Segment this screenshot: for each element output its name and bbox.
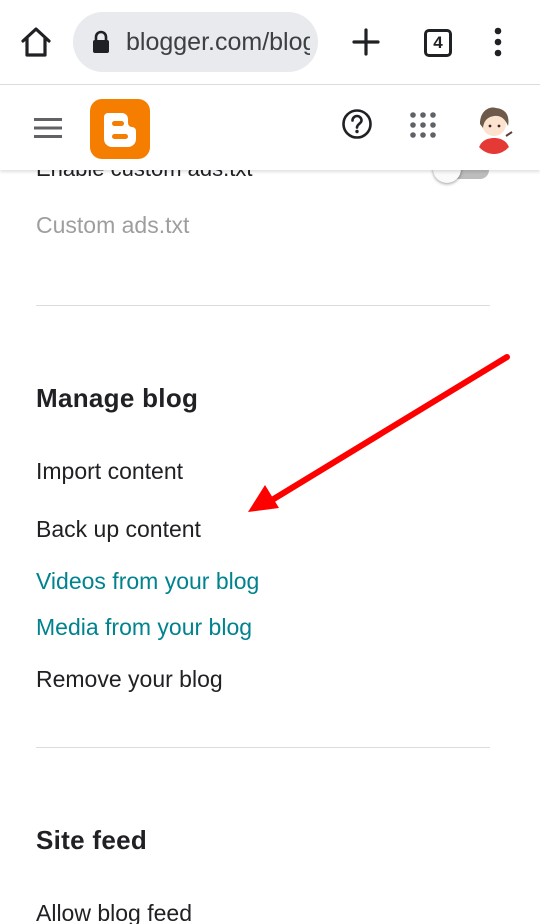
settings-content[interactable]: Enable custom ads.txt Custom ads.txt Man… bbox=[0, 170, 540, 924]
url-text: blogger.com/blog bbox=[126, 28, 310, 56]
blogger-header bbox=[0, 86, 540, 170]
address-bar[interactable]: blogger.com/blog bbox=[73, 12, 318, 72]
new-tab-icon[interactable] bbox=[350, 26, 382, 58]
custom-ads-txt-item: Custom ads.txt bbox=[36, 212, 190, 238]
custom-ads-txt-toggle-label: Enable custom ads.txt bbox=[36, 170, 252, 182]
annotation-arrow-icon bbox=[248, 354, 510, 512]
google-apps-icon[interactable] bbox=[410, 112, 436, 138]
browser-toolbar: blogger.com/blog 4 bbox=[0, 0, 540, 85]
back-up-content-link[interactable]: Back up content bbox=[36, 516, 201, 543]
account-avatar[interactable] bbox=[472, 102, 516, 154]
videos-from-your-blog-link[interactable]: Videos from your blog bbox=[36, 568, 259, 595]
blogger-logo[interactable] bbox=[90, 99, 150, 159]
tab-switcher-button[interactable]: 4 bbox=[424, 29, 452, 57]
lock-icon bbox=[91, 30, 111, 54]
remove-your-blog-link[interactable]: Remove your blog bbox=[36, 666, 223, 693]
more-vert-icon[interactable] bbox=[488, 26, 508, 60]
import-content-link[interactable]: Import content bbox=[36, 458, 183, 485]
custom-ads-txt-toggle[interactable] bbox=[433, 170, 491, 183]
section-divider bbox=[36, 747, 490, 748]
allow-blog-feed-item[interactable]: Allow blog feed bbox=[36, 900, 192, 924]
media-from-your-blog-link[interactable]: Media from your blog bbox=[36, 614, 252, 641]
manage-blog-heading: Manage blog bbox=[36, 383, 199, 413]
toggle-thumb bbox=[433, 170, 461, 183]
home-icon[interactable] bbox=[18, 24, 54, 60]
site-feed-heading: Site feed bbox=[36, 825, 148, 855]
hamburger-menu-icon[interactable] bbox=[34, 117, 62, 139]
section-divider bbox=[36, 305, 490, 306]
help-icon[interactable] bbox=[341, 108, 373, 140]
